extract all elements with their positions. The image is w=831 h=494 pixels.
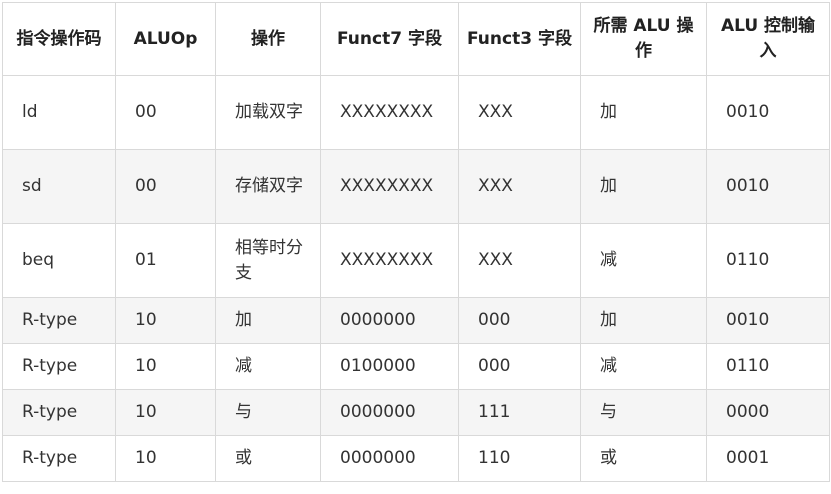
cell-operation: 与 <box>215 389 321 436</box>
cell-opcode: R-type <box>2 297 116 344</box>
cell-aluop: 00 <box>115 75 216 150</box>
header-funct3: Funct3 字段 <box>458 2 581 76</box>
cell-aluop: 10 <box>115 435 216 482</box>
header-alu-control: ALU 控制输入 <box>706 2 830 76</box>
cell-funct7: XXXXXXXX <box>320 223 459 298</box>
table-row: beq 01 相等时分支 XXXXXXXX XXX 减 0110 <box>2 223 830 298</box>
cell-aluop: 10 <box>115 389 216 436</box>
cell-funct7: 0100000 <box>320 343 459 390</box>
cell-alu-control: 0010 <box>706 297 830 344</box>
cell-alu-control: 0010 <box>706 75 830 150</box>
cell-funct7: 0000000 <box>320 435 459 482</box>
header-row: 指令操作码 ALUOp 操作 Funct7 字段 Funct3 字段 所需 AL… <box>2 2 830 76</box>
cell-opcode: beq <box>2 223 116 298</box>
cell-funct3: XXX <box>458 223 581 298</box>
cell-alu-action: 加 <box>580 297 707 344</box>
cell-operation: 减 <box>215 343 321 390</box>
cell-operation: 相等时分支 <box>215 223 321 298</box>
cell-funct3: 000 <box>458 297 581 344</box>
cell-alu-action: 减 <box>580 223 707 298</box>
cell-funct3: 000 <box>458 343 581 390</box>
cell-opcode: sd <box>2 149 116 224</box>
cell-opcode: ld <box>2 75 116 150</box>
header-opcode: 指令操作码 <box>2 2 116 76</box>
cell-operation: 存储双字 <box>215 149 321 224</box>
cell-alu-action: 与 <box>580 389 707 436</box>
cell-alu-action: 减 <box>580 343 707 390</box>
cell-alu-control: 0110 <box>706 343 830 390</box>
header-aluop: ALUOp <box>115 2 216 76</box>
table-row: R-type 10 加 0000000 000 加 0010 <box>2 297 830 344</box>
cell-funct3: XXX <box>458 149 581 224</box>
cell-alu-action: 加 <box>580 149 707 224</box>
cell-opcode: R-type <box>2 389 116 436</box>
cell-aluop: 01 <box>115 223 216 298</box>
cell-alu-control: 0000 <box>706 389 830 436</box>
cell-funct7: 0000000 <box>320 389 459 436</box>
cell-aluop: 10 <box>115 297 216 344</box>
cell-funct3: 110 <box>458 435 581 482</box>
table-row: R-type 10 与 0000000 111 与 0000 <box>2 389 830 436</box>
cell-opcode: R-type <box>2 343 116 390</box>
cell-alu-action: 或 <box>580 435 707 482</box>
cell-funct7: XXXXXXXX <box>320 149 459 224</box>
cell-funct7: XXXXXXXX <box>320 75 459 150</box>
cell-alu-action: 加 <box>580 75 707 150</box>
header-operation: 操作 <box>215 2 321 76</box>
cell-operation: 或 <box>215 435 321 482</box>
cell-opcode: R-type <box>2 435 116 482</box>
header-funct7: Funct7 字段 <box>320 2 459 76</box>
table-row: ld 00 加载双字 XXXXXXXX XXX 加 0010 <box>2 75 830 150</box>
cell-aluop: 00 <box>115 149 216 224</box>
alu-control-table: 指令操作码 ALUOp 操作 Funct7 字段 Funct3 字段 所需 AL… <box>2 2 830 482</box>
cell-alu-control: 0001 <box>706 435 830 482</box>
cell-funct7: 0000000 <box>320 297 459 344</box>
cell-operation: 加载双字 <box>215 75 321 150</box>
table-row: R-type 10 或 0000000 110 或 0001 <box>2 435 830 482</box>
cell-funct3: XXX <box>458 75 581 150</box>
cell-funct3: 111 <box>458 389 581 436</box>
table-row: R-type 10 减 0100000 000 减 0110 <box>2 343 830 390</box>
cell-operation: 加 <box>215 297 321 344</box>
cell-aluop: 10 <box>115 343 216 390</box>
header-alu-action: 所需 ALU 操作 <box>580 2 707 76</box>
table-row: sd 00 存储双字 XXXXXXXX XXX 加 0010 <box>2 149 830 224</box>
cell-alu-control: 0110 <box>706 223 830 298</box>
cell-alu-control: 0010 <box>706 149 830 224</box>
